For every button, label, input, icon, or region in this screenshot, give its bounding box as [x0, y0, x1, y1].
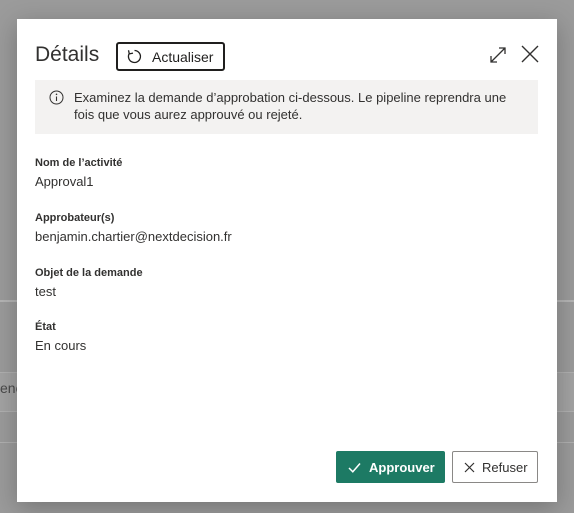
close-icon[interactable] [520, 44, 540, 64]
approve-button-label: Approuver [369, 459, 435, 475]
close-icon [464, 462, 475, 472]
field-label: État [35, 321, 56, 333]
details-dialog: Détails Actualiser Examinez la demande d… [17, 19, 557, 502]
expand-icon[interactable] [488, 45, 508, 65]
info-icon [49, 90, 64, 105]
field-value: Approval1 [35, 174, 94, 189]
refresh-icon [127, 49, 142, 64]
checkmark-icon [348, 462, 361, 473]
reject-button[interactable]: Refuser [452, 451, 538, 483]
field-status: État En cours [35, 321, 86, 353]
refresh-button-label: Actualiser [152, 48, 214, 65]
field-value: test [35, 284, 56, 299]
dialog-title: Détails [35, 43, 100, 66]
field-label: Approbateur(s) [35, 212, 115, 224]
info-message-text: Examinez la demande d’approbation ci-des… [74, 90, 507, 122]
approve-button[interactable]: Approuver [336, 451, 445, 483]
info-message-bar: Examinez la demande d’approbation ci-des… [35, 80, 538, 134]
refresh-button[interactable]: Actualiser [116, 42, 225, 71]
reject-button-label: Refuser [482, 459, 528, 475]
field-value: En cours [35, 338, 87, 353]
field-label: Objet de la demande [35, 267, 143, 279]
field-request-subject: Objet de la demande test [35, 267, 143, 299]
field-approvers: Approbateur(s) benjamin.chartier@nextdec… [35, 212, 232, 244]
field-activity-name: Nom de l’activité Approval1 [35, 157, 122, 189]
field-label: Nom de l’activité [35, 157, 123, 169]
field-value: benjamin.chartier@nextdecision.fr [35, 229, 232, 244]
